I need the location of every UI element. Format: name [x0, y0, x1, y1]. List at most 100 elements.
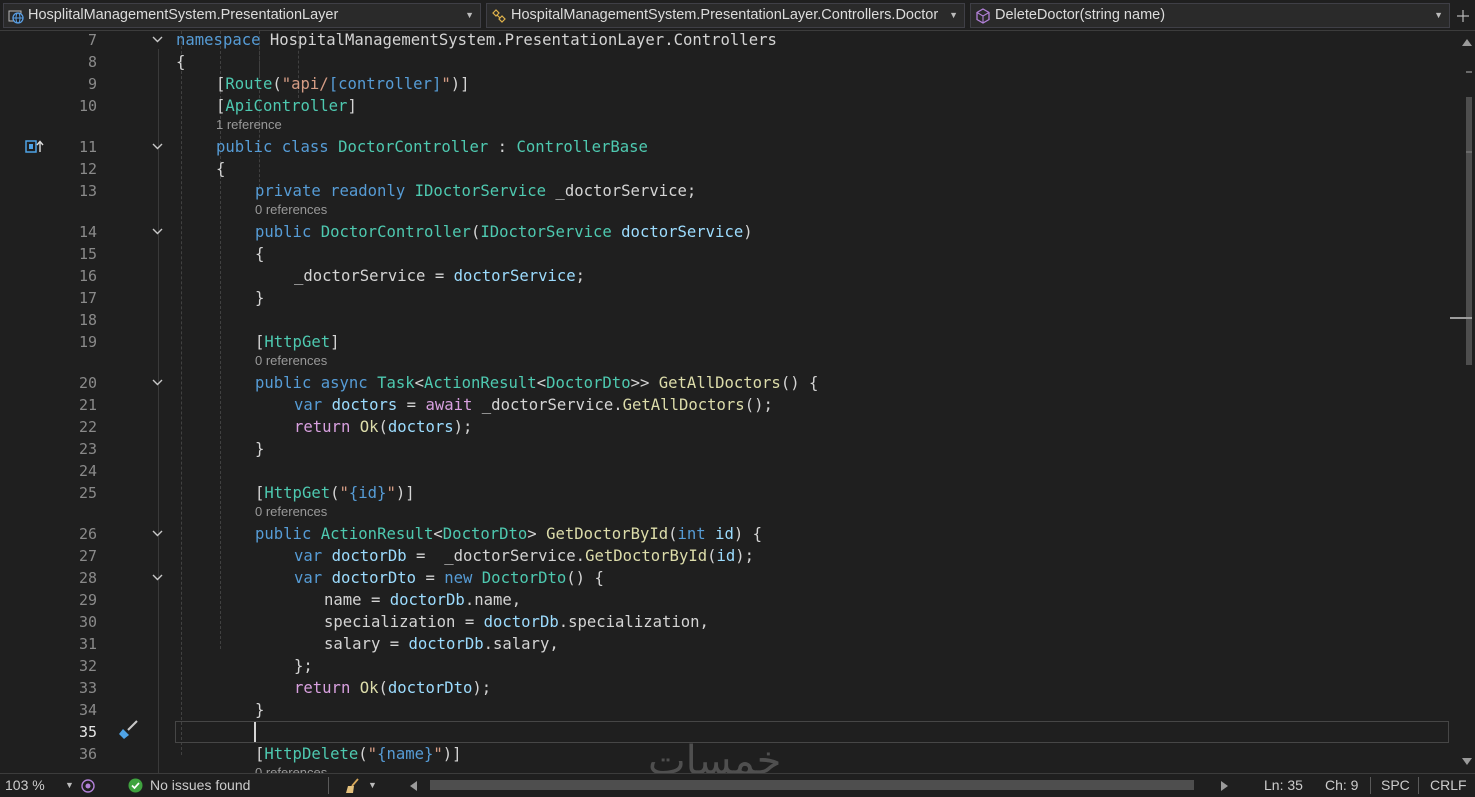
line-number: 26	[78, 525, 97, 543]
line-number: 36	[78, 745, 97, 763]
code-line[interactable]: 18	[0, 309, 1450, 331]
code-line[interactable]: 20 public async Task<ActionResult<DoctorD…	[0, 372, 1450, 394]
code-text: var doctorDb = _doctorService.GetDoctorB…	[294, 547, 755, 565]
line-number: 7	[87, 31, 97, 49]
code-line[interactable]: 32};	[0, 655, 1450, 677]
scroll-left-icon[interactable]	[410, 781, 417, 791]
code-text: return Ok(doctorDto);	[294, 679, 492, 697]
project-dropdown[interactable]: HosplitalManagementSystem.PresentationLa…	[3, 3, 481, 28]
line-endings-indicator[interactable]: CRLF	[1430, 774, 1467, 797]
class-dropdown[interactable]: HospitalManagementSystem.PresentationLay…	[486, 3, 965, 28]
code-area[interactable]: 7 namespace HospitalManagementSystem.Pres…	[0, 31, 1450, 773]
code-text: public DoctorController(IDoctorService d…	[255, 223, 753, 241]
member-name: DeleteDoctor(string name)	[995, 7, 1166, 23]
code-line[interactable]: 28 var doctorDto = new DoctorDto() {	[0, 567, 1450, 589]
line-number: 15	[78, 245, 97, 263]
chevron-down-icon: ▼	[65, 780, 74, 790]
codelens-text[interactable]: 1 reference	[216, 116, 282, 134]
chevron-down-icon: ▼	[949, 10, 958, 20]
scroll-down-icon[interactable]	[1462, 758, 1472, 766]
codelens-references[interactable]: 1 reference	[0, 116, 1450, 134]
code-line[interactable]: 34}	[0, 699, 1450, 721]
code-editor[interactable]: 7 namespace HospitalManagementSystem.Pres…	[0, 31, 1450, 773]
scroll-right-icon[interactable]	[1221, 781, 1228, 791]
code-line[interactable]: 33 return Ok(doctorDto);	[0, 677, 1450, 699]
code-text: {	[216, 160, 226, 178]
code-line[interactable]: 11 public class DoctorController : Contro…	[0, 136, 1450, 158]
code-line[interactable]: 10 [ApiController]	[0, 95, 1450, 117]
column-indicator[interactable]: Ch: 9	[1325, 774, 1358, 797]
fold-chevron-icon[interactable]	[151, 567, 165, 589]
broom-icon	[346, 778, 359, 793]
code-line[interactable]: 24	[0, 460, 1450, 482]
code-line[interactable]: 15 {	[0, 243, 1450, 265]
codelens-text[interactable]: 0 references	[255, 352, 327, 370]
line-number: 33	[78, 679, 97, 697]
code-text: {	[176, 53, 186, 71]
line-number: 21	[78, 396, 97, 414]
codelens-references[interactable]: 0 references	[0, 503, 1450, 521]
code-line[interactable]: 29 name = doctorDb.name,	[0, 589, 1450, 611]
line-number: 17	[78, 289, 97, 307]
code-line[interactable]: 13 private readonly IDoctorService _docto…	[0, 180, 1450, 202]
scroll-marker	[1466, 71, 1472, 73]
codelens-text[interactable]: 0 references	[255, 764, 327, 773]
code-text: [HttpDelete("{name}")]	[255, 745, 462, 763]
line-number: 16	[78, 267, 97, 285]
code-line[interactable]: 26 public ActionResult<DoctorDto> GetDoct…	[0, 523, 1450, 545]
vertical-scrollbar[interactable]	[1450, 31, 1475, 773]
codelens-text[interactable]: 0 references	[255, 201, 327, 219]
line-number: 10	[78, 97, 97, 115]
line-number: 27	[78, 547, 97, 565]
split-editor-button[interactable]	[1454, 3, 1472, 28]
code-line[interactable]: 7 namespace HospitalManagementSystem.Pres…	[0, 31, 1450, 51]
line-number: 11	[78, 138, 97, 156]
code-line[interactable]: 12 {	[0, 158, 1450, 180]
code-cleanup-button[interactable]: ▼	[344, 774, 380, 797]
fold-chevron-icon[interactable]	[151, 31, 165, 51]
check-circle-icon	[128, 778, 143, 793]
zoom-dropdown[interactable]: 103 % ▼	[5, 774, 75, 797]
code-line[interactable]: 23}	[0, 438, 1450, 460]
code-line[interactable]: 16 _doctorService = doctorService;	[0, 265, 1450, 287]
whitespace-indicator[interactable]: SPC	[1381, 774, 1410, 797]
add-icon	[1457, 10, 1469, 22]
code-text: [HttpGet]	[255, 333, 340, 351]
code-line[interactable]: 27 var doctorDb = _doctorService.GetDocto…	[0, 545, 1450, 567]
code-line[interactable]: 30 specialization = doctorDb.specializati…	[0, 611, 1450, 633]
code-line[interactable]: 31 salary = doctorDb.salary,	[0, 633, 1450, 655]
code-line[interactable]: 14 public DoctorController(IDoctorService…	[0, 221, 1450, 243]
code-line[interactable]: 22 return Ok(doctors);	[0, 416, 1450, 438]
chevron-down-icon: ▼	[465, 10, 474, 20]
vertical-scroll-thumb[interactable]	[1466, 97, 1472, 365]
fold-chevron-icon[interactable]	[151, 372, 165, 394]
line-number: 8	[87, 53, 97, 71]
scroll-up-icon[interactable]	[1462, 38, 1472, 46]
zoom-level: 103 %	[5, 777, 45, 793]
quick-actions-brush-icon[interactable]	[117, 719, 139, 741]
codelens-references[interactable]: 0 references	[0, 201, 1450, 219]
fold-chevron-icon[interactable]	[151, 136, 165, 158]
code-line[interactable]: 9 [Route("api/[controller]")]	[0, 73, 1450, 95]
fold-chevron-icon[interactable]	[151, 221, 165, 243]
line-number: 14	[78, 223, 97, 241]
code-text: _doctorService = doctorService;	[294, 267, 586, 285]
intellicode-icon[interactable]	[80, 778, 96, 794]
code-line[interactable]: 21 var doctors = await _doctorService.Get…	[0, 394, 1450, 416]
separator	[1370, 777, 1371, 794]
code-text: var doctorDto = new DoctorDto() {	[294, 569, 604, 587]
line-indicator[interactable]: Ln: 35	[1264, 774, 1303, 797]
code-line[interactable]: 25 [HttpGet("{id}")]	[0, 482, 1450, 504]
code-line[interactable]: 19 [HttpGet]	[0, 331, 1450, 353]
caret-position-marker	[1450, 317, 1472, 319]
fold-chevron-icon[interactable]	[151, 523, 165, 545]
line-number: 12	[78, 160, 97, 178]
code-line[interactable]: 8{	[0, 51, 1450, 73]
line-number: 18	[78, 311, 97, 329]
codelens-text[interactable]: 0 references	[255, 503, 327, 521]
line-number: 34	[78, 701, 97, 719]
codelens-references[interactable]: 0 references	[0, 352, 1450, 370]
code-line[interactable]: 17}	[0, 287, 1450, 309]
member-dropdown[interactable]: DeleteDoctor(string name) ▼	[970, 3, 1450, 28]
horizontal-scroll-thumb[interactable]	[430, 780, 1194, 790]
